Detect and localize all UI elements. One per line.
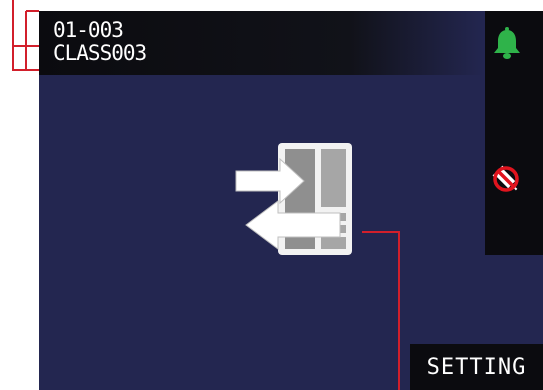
no-syringe-icon[interactable] xyxy=(490,163,522,195)
bell-icon[interactable] xyxy=(491,27,523,61)
header-bar: 01-003 CLASS003 xyxy=(39,11,484,75)
device-id: 01-003 xyxy=(53,18,124,42)
setting-button[interactable]: SETTING xyxy=(410,344,543,390)
device-screen: 01-003 CLASS003 SETTING xyxy=(39,11,543,390)
data-transfer-icon[interactable] xyxy=(222,141,354,257)
device-class: CLASS003 xyxy=(53,41,147,65)
